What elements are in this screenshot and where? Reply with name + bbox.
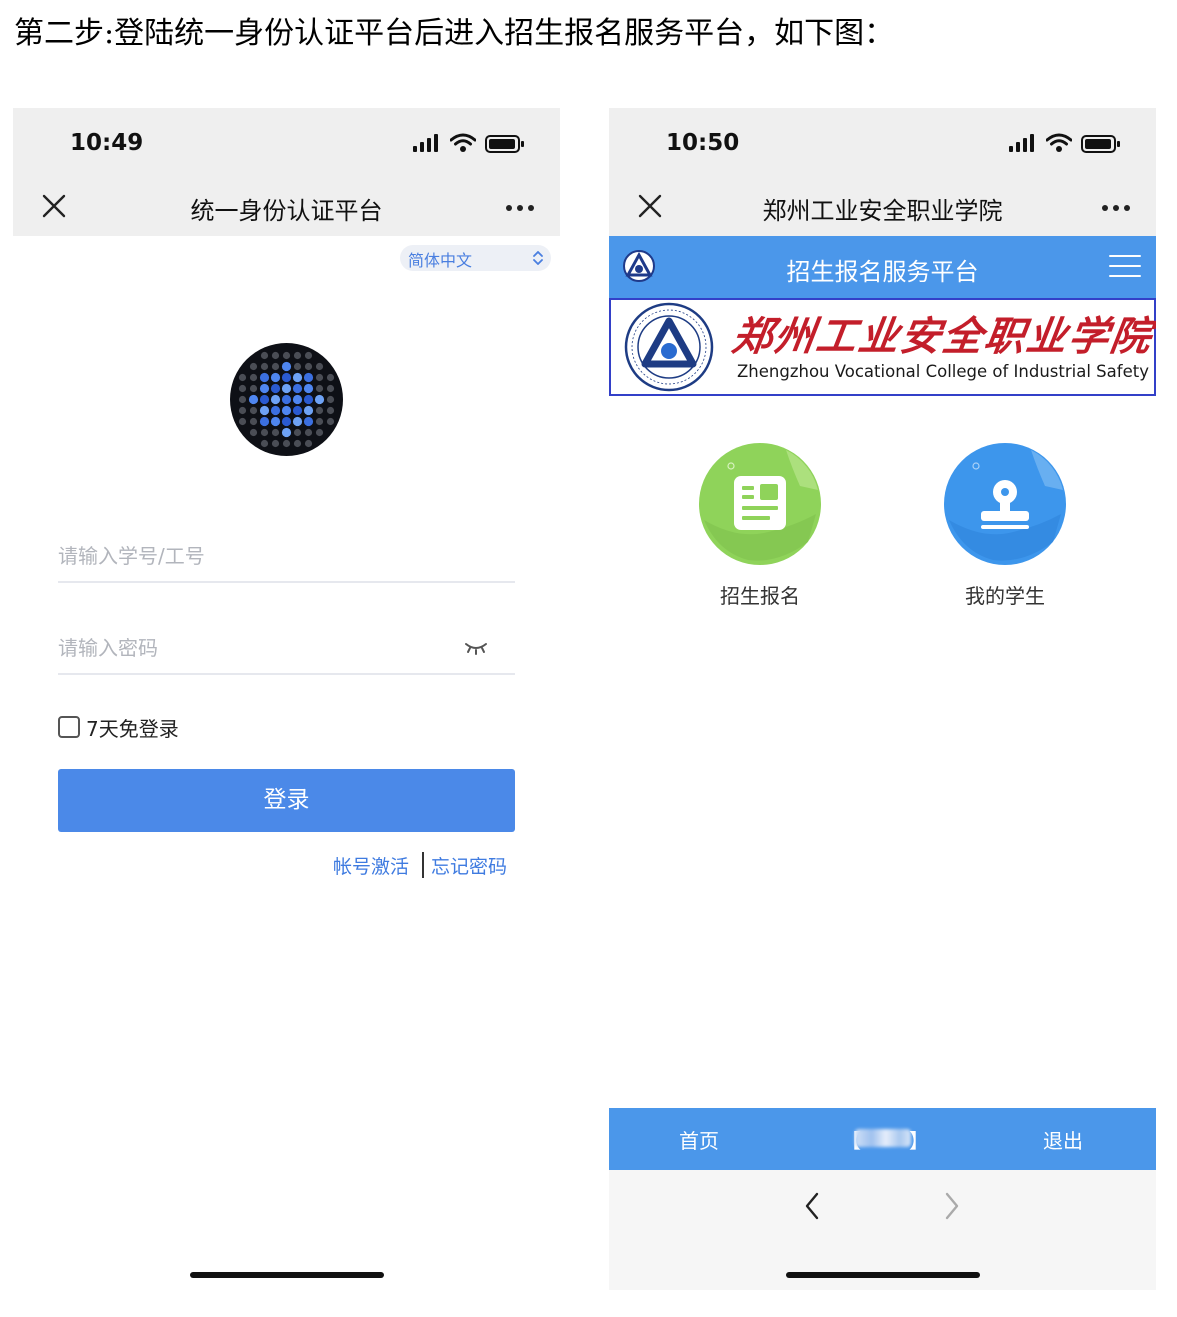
nav-title: 统一身份认证平台 bbox=[190, 197, 383, 225]
blurred-username bbox=[855, 1129, 911, 1147]
app-logo-icon bbox=[230, 343, 343, 456]
document-card-icon[interactable] bbox=[698, 442, 822, 566]
battery-icon bbox=[1081, 135, 1120, 153]
nav-bar: 郑州工业安全职业学院 bbox=[609, 180, 1156, 236]
language-select[interactable]: 简体中文 bbox=[400, 245, 551, 271]
wifi-icon bbox=[450, 133, 476, 152]
college-seal-icon bbox=[624, 302, 714, 392]
college-banner: 郑州工业安全职业学院 Zhengzhou Vocational College … bbox=[609, 298, 1156, 396]
nav-title: 郑州工业安全职业学院 bbox=[762, 197, 1003, 225]
language-label: 简体中文 bbox=[408, 251, 473, 270]
nav-bar: 统一身份认证平台 bbox=[13, 180, 560, 236]
more-icon[interactable] bbox=[505, 204, 535, 212]
college-name-chinese: 郑州工业安全职业学院 bbox=[729, 313, 1156, 360]
signal-icon bbox=[413, 134, 438, 152]
status-time: 10:49 bbox=[70, 130, 144, 156]
tab-exit[interactable]: 退出 bbox=[1043, 1125, 1083, 1154]
wifi-icon bbox=[1046, 133, 1072, 152]
username-input[interactable] bbox=[58, 531, 458, 581]
bottom-tab-bar: 首页 【 】 退出 bbox=[609, 1108, 1156, 1170]
password-row bbox=[58, 623, 515, 675]
activate-account-link[interactable]: 帐号激活 bbox=[333, 852, 409, 879]
header-title: 招生报名服务平台 bbox=[786, 258, 979, 286]
platform-header: 招生报名服务平台 bbox=[609, 236, 1156, 298]
back-arrow-icon[interactable] bbox=[804, 1192, 820, 1220]
status-bar: 10:49 bbox=[13, 108, 560, 180]
remember-checkbox[interactable] bbox=[58, 716, 80, 738]
enrollment-tile-label[interactable]: 招生报名 bbox=[660, 580, 860, 609]
step-caption: 第二步:登陆统一身份认证平台后进入招生报名服务平台，如下图： bbox=[14, 16, 895, 51]
signal-icon bbox=[1009, 134, 1034, 152]
hamburger-menu-icon[interactable] bbox=[1109, 254, 1141, 278]
status-bar: 10:50 bbox=[609, 108, 1156, 180]
forgot-password-link[interactable]: 忘记密码 bbox=[431, 852, 507, 879]
tab-user-name[interactable]: 【 】 bbox=[841, 1125, 929, 1153]
login-button[interactable]: 登录 bbox=[58, 769, 515, 832]
user-bracket-close: 】 bbox=[909, 1129, 929, 1153]
phone-login-screen: 10:49 统一身份认证平台 简体中文 请输入学号/工号 7天免登录 登录 帐号… bbox=[13, 108, 560, 1290]
stamp-icon[interactable] bbox=[943, 442, 1067, 566]
account-links: 帐号激活 忘记密码 bbox=[333, 850, 518, 880]
college-name-english: Zhengzhou Vocational College of Industri… bbox=[737, 362, 1149, 381]
link-divider bbox=[422, 852, 424, 878]
chevron-up-down-icon bbox=[533, 251, 543, 265]
home-indicator bbox=[190, 1272, 384, 1278]
password-input[interactable] bbox=[58, 623, 458, 673]
eye-closed-icon[interactable] bbox=[464, 641, 488, 655]
status-time: 10:50 bbox=[666, 130, 740, 156]
phone-enrollment-screen: 10:50 郑州工业安全职业学院 招生报名服务平台 郑州工业安全职业学院 Zhe… bbox=[609, 108, 1156, 1290]
battery-icon bbox=[485, 135, 524, 153]
more-icon[interactable] bbox=[1101, 204, 1131, 212]
tab-home[interactable]: 首页 bbox=[679, 1125, 719, 1154]
remember-label: 7天免登录 bbox=[86, 717, 179, 741]
username-row bbox=[58, 531, 515, 583]
my-students-tile-label[interactable]: 我的学生 bbox=[905, 580, 1105, 609]
forward-arrow-icon[interactable] bbox=[944, 1192, 960, 1220]
home-indicator bbox=[786, 1272, 980, 1278]
